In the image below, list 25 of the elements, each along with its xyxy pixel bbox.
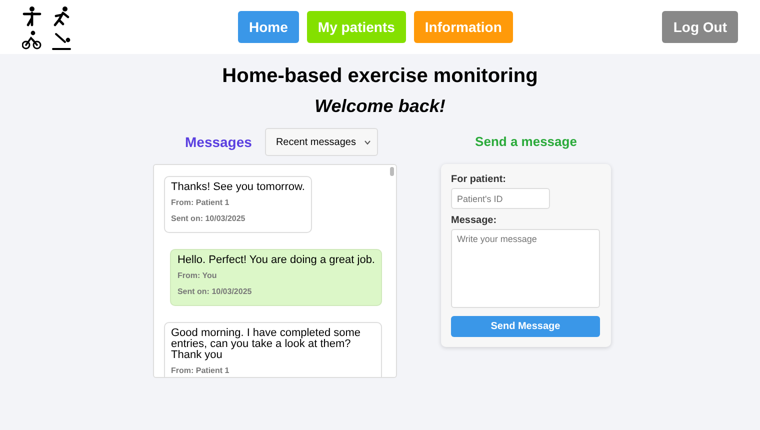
- message-text: Hello. Perfect! You are doing a great job.: [177, 255, 375, 266]
- message-sender: From: Patient 1: [171, 198, 230, 207]
- nav-button[interactable]: My patients: [306, 11, 406, 43]
- message-text: Good morning. I have completed some entries, can you take a look at them? Thank you: [171, 328, 362, 361]
- logout-button[interactable]: Log Out: [662, 11, 738, 43]
- nav-button[interactable]: Home: [238, 11, 299, 43]
- page-title: Home-based exercise monitoring: [222, 65, 538, 88]
- send-button[interactable]: Send Message: [451, 316, 600, 337]
- messages-heading: Messages: [185, 134, 252, 150]
- message-date: Sent on: 10/03/2025: [171, 214, 246, 223]
- logo-drawing: [22, 6, 72, 52]
- message-date: Sent on: 10/03/2025: [177, 287, 253, 296]
- message-sender: From: You: [177, 271, 218, 280]
- patient-id-field[interactable]: Patient's ID: [451, 188, 550, 209]
- message-field[interactable]: Write your message: [451, 229, 600, 308]
- message-label: Message:: [451, 215, 497, 226]
- nav-button[interactable]: Information: [414, 11, 513, 43]
- scrollbar-thumb[interactable]: [390, 167, 394, 176]
- send-heading: Send a message: [475, 133, 577, 151]
- message-sender: From: Patient 1: [171, 366, 230, 375]
- chevron-icon: [364, 140, 371, 144]
- welcome-text: Welcome back!: [314, 96, 446, 117]
- patient-label: For patient:: [451, 174, 506, 185]
- filter-dropdown[interactable]: Recent messages: [264, 128, 378, 156]
- message-text: Thanks! See you tomorrow.: [171, 182, 305, 193]
